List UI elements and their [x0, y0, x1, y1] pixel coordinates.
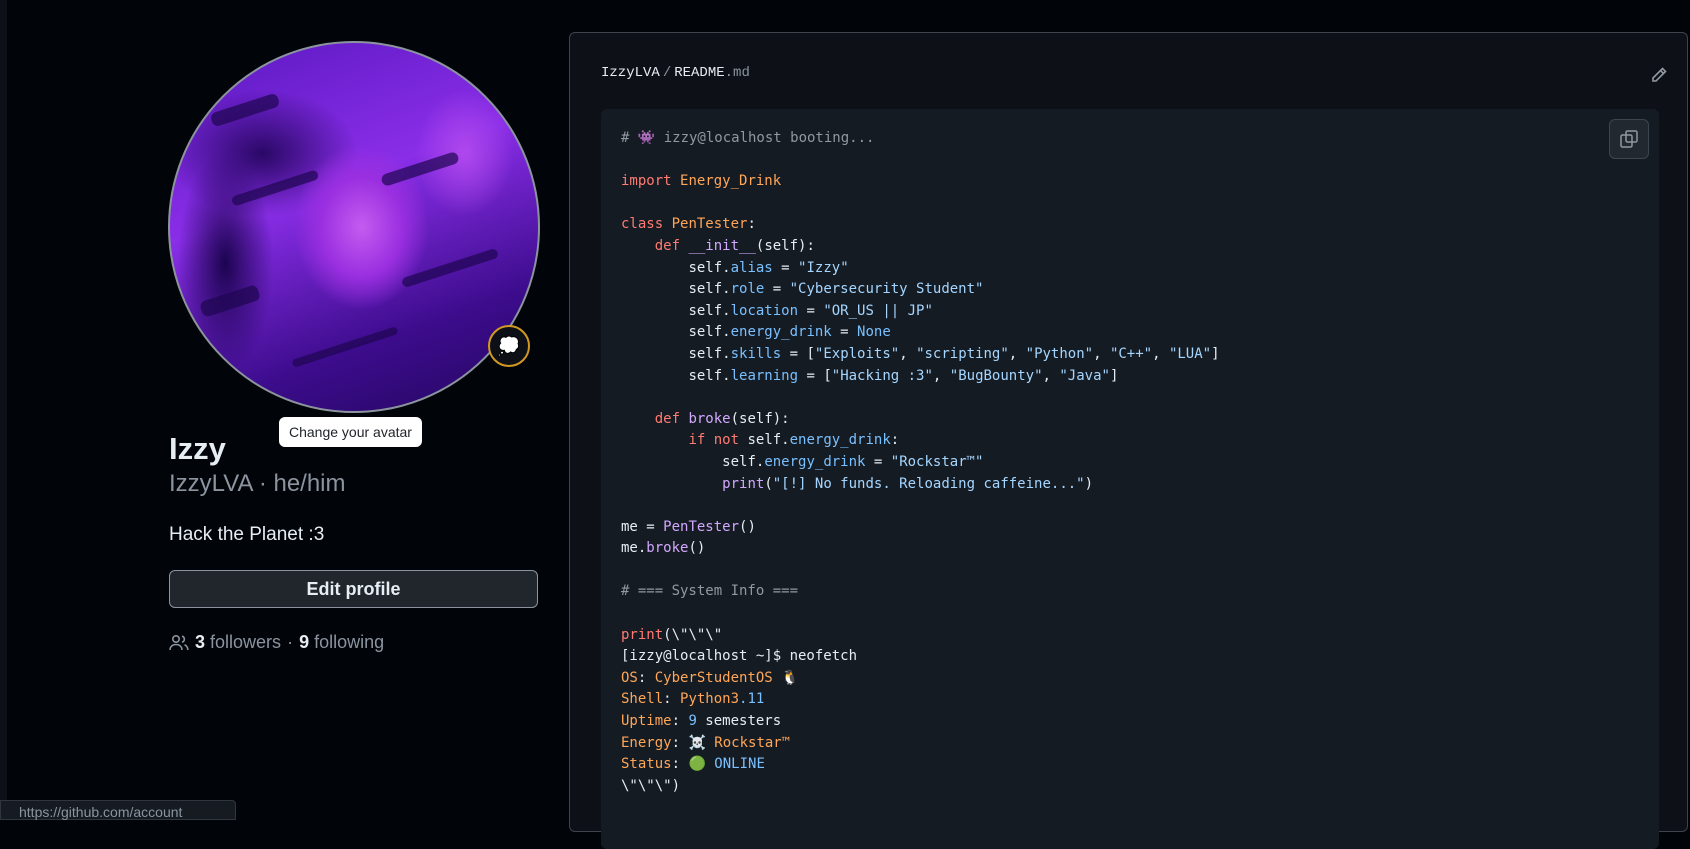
avatar[interactable]	[168, 41, 540, 413]
readme-code: # 👾 izzy@localhost booting... import Ene…	[621, 130, 1220, 794]
avatar-tooltip: Change your avatar	[279, 417, 422, 447]
copy-button[interactable]	[1609, 119, 1649, 159]
status-emoji-button[interactable]: 💭	[488, 325, 530, 367]
edit-profile-button[interactable]: Edit profile	[169, 570, 538, 608]
people-icon	[169, 634, 189, 650]
profile-login: IzzyLVA · he/him	[169, 470, 346, 497]
copy-icon	[1620, 130, 1638, 148]
following-link[interactable]: 9 following	[299, 632, 384, 653]
readme-breadcrumb: IzzyLVA / README.md	[601, 65, 750, 81]
readme-panel: IzzyLVA / README.md # 👾 izzy@localhost boo…	[569, 32, 1688, 849]
browser-status-bar: https://github.com/account	[0, 800, 236, 820]
followers-link[interactable]: 3 followers	[195, 632, 281, 653]
window-left-edge	[0, 0, 7, 815]
avatar-container[interactable]: 💭	[168, 41, 540, 413]
readme-owner-link[interactable]: IzzyLVA	[601, 65, 660, 81]
follow-stats: 3 followers · 9 following	[169, 632, 384, 653]
readme-file-link[interactable]: README.md	[674, 65, 750, 81]
profile-display-name: Izzy	[169, 431, 226, 466]
readme-code-block: # 👾 izzy@localhost booting... import Ene…	[601, 109, 1659, 849]
profile-bio: Hack the Planet :3	[169, 524, 325, 545]
thought-balloon-icon: 💭	[497, 335, 521, 356]
pencil-icon[interactable]	[1649, 65, 1669, 85]
